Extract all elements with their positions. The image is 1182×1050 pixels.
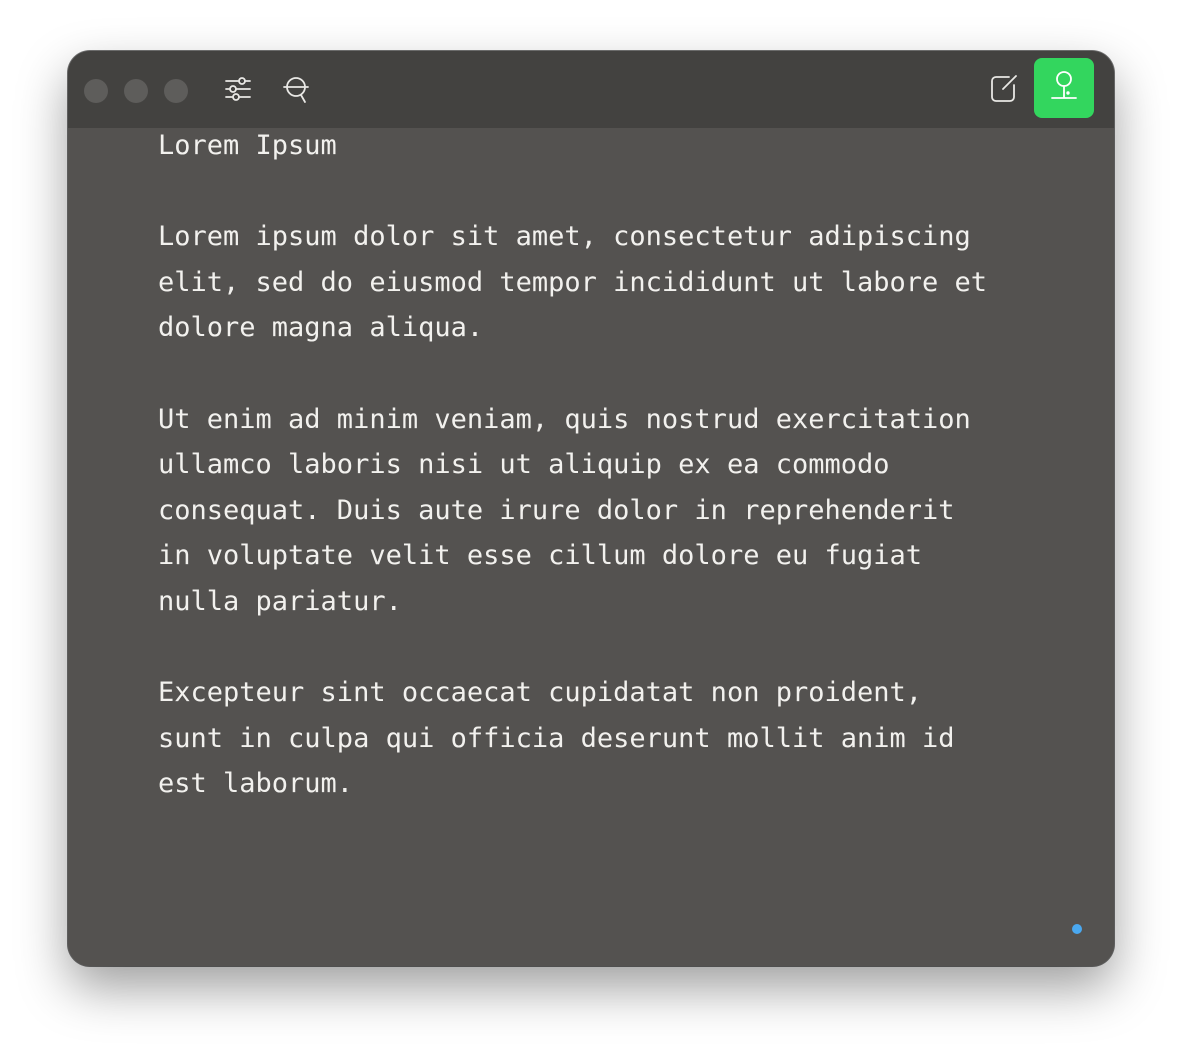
focus-mode-button[interactable] bbox=[1034, 58, 1094, 118]
document-text[interactable]: Lorem Ipsum Lorem ipsum dolor sit amet, … bbox=[158, 123, 1058, 807]
text-line[interactable]: in voluptate velit esse cillum dolore eu… bbox=[158, 533, 1058, 579]
close-button[interactable] bbox=[84, 79, 108, 103]
text-line[interactable]: dolore magna aliqua. bbox=[158, 305, 1058, 351]
editor-window: Lorem Ipsum Lorem ipsum dolor sit amet, … bbox=[68, 51, 1114, 966]
sliders-icon[interactable] bbox=[221, 72, 255, 106]
compose-icon[interactable] bbox=[986, 71, 1020, 105]
text-line[interactable]: Lorem Ipsum bbox=[158, 123, 1058, 169]
text-line[interactable]: nulla pariatur. bbox=[158, 579, 1058, 625]
titlebar bbox=[68, 51, 1114, 128]
focus-pin-icon bbox=[1049, 69, 1079, 107]
text-line[interactable]: est laborum. bbox=[158, 761, 1058, 807]
text-line[interactable]: sunt in culpa qui officia deserunt molli… bbox=[158, 716, 1058, 762]
text-line[interactable]: Ut enim ad minim veniam, quis nostrud ex… bbox=[158, 397, 1058, 443]
status-indicator-dot bbox=[1072, 924, 1082, 934]
text-line[interactable]: Excepteur sint occaecat cupidatat non pr… bbox=[158, 670, 1058, 716]
text-line[interactable]: elit, sed do eiusmod tempor incididunt u… bbox=[158, 260, 1058, 306]
search-icon[interactable] bbox=[280, 72, 314, 106]
zoom-button[interactable] bbox=[164, 79, 188, 103]
blank-line[interactable] bbox=[158, 625, 1058, 671]
blank-line[interactable] bbox=[158, 351, 1058, 397]
text-line[interactable]: Lorem ipsum dolor sit amet, consectetur … bbox=[158, 214, 1058, 260]
text-line[interactable]: consequat. Duis aute irure dolor in repr… bbox=[158, 488, 1058, 534]
text-line[interactable]: ullamco laboris nisi ut aliquip ex ea co… bbox=[158, 442, 1058, 488]
blank-line[interactable] bbox=[158, 169, 1058, 215]
minimize-button[interactable] bbox=[124, 79, 148, 103]
